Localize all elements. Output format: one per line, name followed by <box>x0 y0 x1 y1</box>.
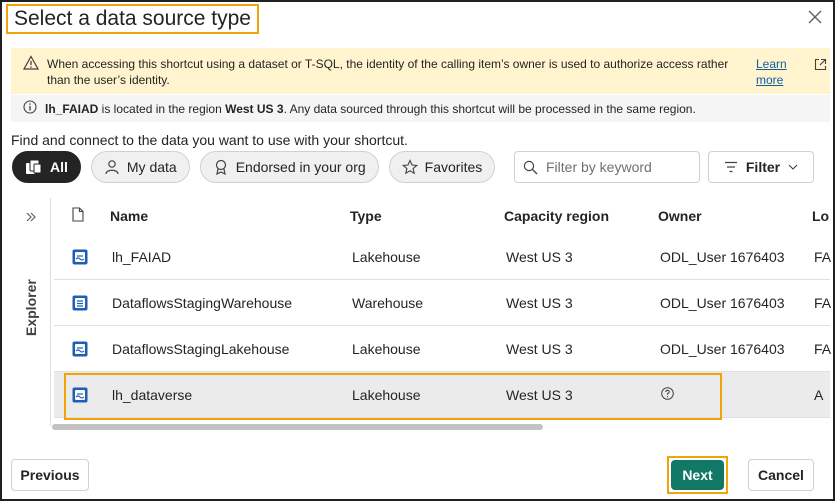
warning-text: When accessing this shortcut using a dat… <box>47 57 729 87</box>
pill-favorites[interactable]: Favorites <box>388 151 496 183</box>
table-row[interactable]: DataflowsStagingLakehouse Lakehouse West… <box>54 326 832 372</box>
help-circle-icon[interactable] <box>661 387 674 400</box>
col-location[interactable]: Lo <box>812 208 829 224</box>
cell-region: West US 3 <box>506 295 573 311</box>
pill-all[interactable]: All <box>12 151 81 183</box>
person-icon <box>105 160 119 175</box>
pill-favorites-label: Favorites <box>424 159 483 175</box>
all-items-icon <box>26 159 42 174</box>
info-text-mid: is located in the region <box>98 101 226 116</box>
pill-my-data[interactable]: My data <box>90 151 190 183</box>
warehouse-icon <box>72 295 88 311</box>
next-button[interactable]: Next <box>671 460 724 490</box>
cell-type: Lakehouse <box>352 249 421 265</box>
data-source-table: Name Type Capacity region Owner Lo lh_FA… <box>54 198 832 420</box>
info-text-end: . Any data sourced through this shortcut… <box>283 101 696 116</box>
dialog-title: Select a data source type <box>14 7 251 30</box>
cell-name: lh_dataverse <box>112 387 193 403</box>
table-row[interactable]: lh_FAIAD Lakehouse West US 3 ODL_User 16… <box>54 234 832 280</box>
chevron-down-icon <box>788 164 798 170</box>
explorer-pane[interactable]: Explorer <box>13 198 51 426</box>
learn-more-link[interactable]: Learn more <box>756 48 796 94</box>
table-row[interactable]: DataflowsStagingWarehouse Warehouse West… <box>54 280 832 326</box>
filter-button[interactable]: Filter <box>708 151 814 183</box>
cell-owner: ODL_User 1676403 <box>660 341 785 357</box>
info-item-name: lh_FAIAD <box>45 101 99 116</box>
cell-region: West US 3 <box>506 249 573 265</box>
cell-location: A <box>814 387 824 403</box>
dialog-title-highlight: Select a data source type <box>6 4 259 34</box>
external-link-icon[interactable] <box>814 58 828 94</box>
lakehouse-icon <box>72 249 88 265</box>
close-icon[interactable] <box>805 8 825 28</box>
search-placeholder: Filter by keyword <box>546 159 652 175</box>
filter-pills: All My data Endorsed in your org Favorit… <box>12 151 496 183</box>
cell-name: lh_FAIAD <box>112 249 172 265</box>
cell-owner: ODL_User 1676403 <box>660 295 785 311</box>
warning-icon <box>22 55 43 94</box>
filter-icon <box>724 161 737 173</box>
intro-text: Find and connect to the data you want to… <box>11 132 408 148</box>
info-region: West US 3 <box>225 101 284 116</box>
pill-endorsed-label: Endorsed in your org <box>235 159 366 175</box>
horizontal-scrollbar[interactable] <box>52 424 543 430</box>
cell-location: FA <box>814 249 832 265</box>
expand-double-chevron-icon[interactable] <box>25 210 37 226</box>
badge-icon <box>215 159 226 175</box>
col-capacity-region[interactable]: Capacity region <box>504 208 609 224</box>
table-row-selected[interactable]: lh_dataverse Lakehouse West US 3 A <box>54 372 830 420</box>
cell-location: FA <box>814 341 832 357</box>
cell-name: DataflowsStagingLakehouse <box>112 341 290 357</box>
cell-region: West US 3 <box>506 341 573 357</box>
col-name[interactable]: Name <box>110 208 148 224</box>
col-owner[interactable]: Owner <box>658 208 702 224</box>
region-info-banner: lh_FAIAD is located in the region West U… <box>11 95 830 122</box>
search-icon <box>523 160 538 174</box>
pill-my-data-label: My data <box>126 159 177 175</box>
cell-location: FA <box>814 295 832 311</box>
warning-banner: When accessing this shortcut using a dat… <box>11 48 830 94</box>
cell-type: Warehouse <box>352 295 424 311</box>
next-button-highlight: Next <box>667 456 728 494</box>
lakehouse-icon <box>72 387 88 403</box>
pill-all-label: All <box>50 159 68 175</box>
star-icon <box>401 159 418 175</box>
cancel-button[interactable]: Cancel <box>748 459 814 491</box>
cell-name: DataflowsStagingWarehouse <box>112 295 293 311</box>
cell-region: West US 3 <box>506 387 573 403</box>
previous-button[interactable]: Previous <box>11 459 89 491</box>
table-header: Name Type Capacity region Owner Lo <box>54 198 830 234</box>
file-icon <box>72 207 84 222</box>
filter-label: Filter <box>745 159 781 175</box>
cell-type: Lakehouse <box>352 341 421 357</box>
cell-type: Lakehouse <box>352 387 421 403</box>
pill-endorsed[interactable]: Endorsed in your org <box>199 151 379 183</box>
dialog: Select a data source type When accessing… <box>0 0 835 501</box>
info-icon <box>23 100 39 117</box>
lakehouse-icon <box>72 341 88 357</box>
search-input[interactable]: Filter by keyword <box>514 151 700 183</box>
explorer-label: Explorer <box>23 279 39 336</box>
col-type[interactable]: Type <box>350 208 382 224</box>
cell-owner: ODL_User 1676403 <box>660 249 785 265</box>
